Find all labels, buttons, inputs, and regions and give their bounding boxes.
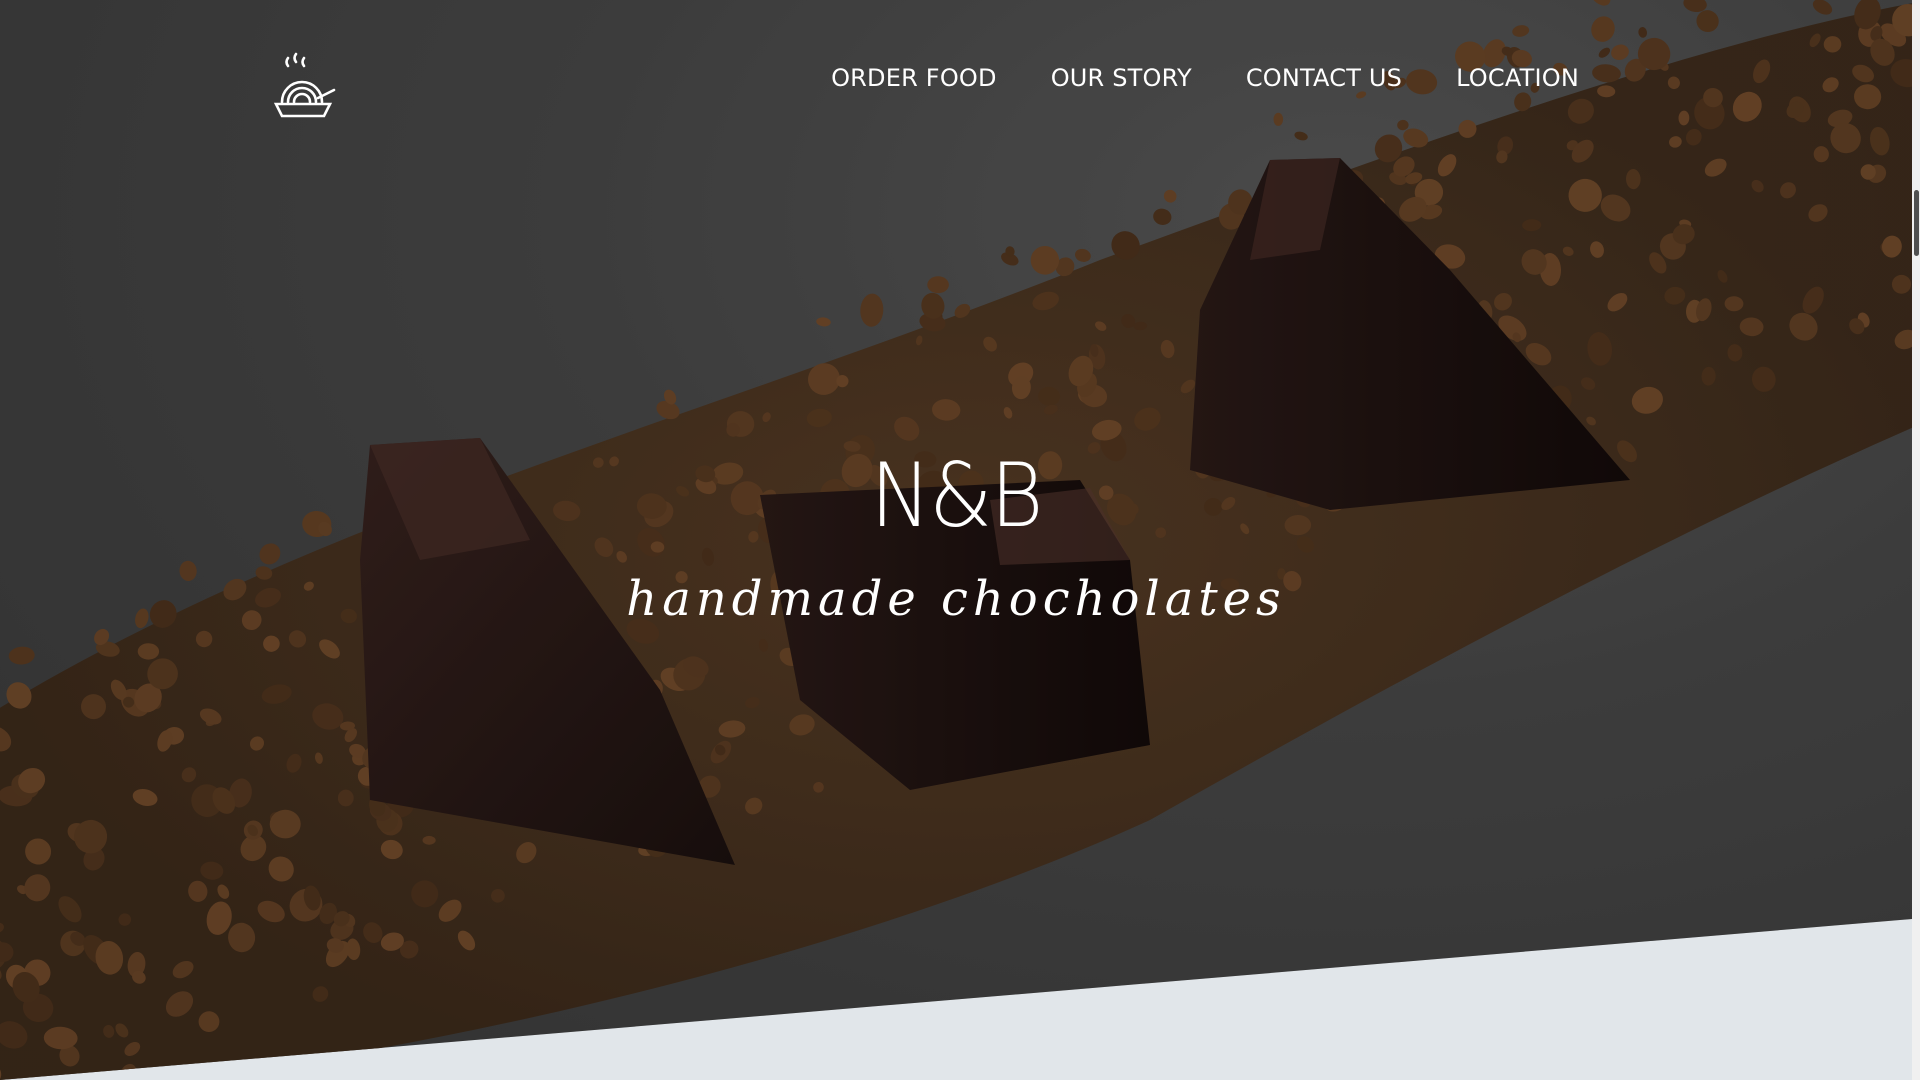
logo[interactable]: [268, 52, 340, 124]
nav-contact-us[interactable]: CONTACT US: [1246, 64, 1402, 92]
nav-location[interactable]: LOCATION: [1456, 64, 1579, 92]
scrollbar-thumb[interactable]: [1914, 190, 1919, 256]
vertical-scrollbar[interactable]: [1912, 0, 1920, 1080]
nav-our-story[interactable]: OUR STORY: [1051, 64, 1192, 92]
page: ORDER FOOD OUR STORY CONTACT US LOCATION…: [0, 0, 1920, 1080]
hero-tagline: handmade chocholates: [626, 571, 1286, 627]
hero-title: N&B: [870, 444, 1043, 547]
nav-order-food[interactable]: ORDER FOOD: [831, 64, 997, 92]
noodle-bowl-icon: [273, 52, 336, 118]
hero-section: ORDER FOOD OUR STORY CONTACT US LOCATION…: [0, 0, 1912, 1080]
main-nav: ORDER FOOD OUR STORY CONTACT US LOCATION: [831, 64, 1579, 92]
